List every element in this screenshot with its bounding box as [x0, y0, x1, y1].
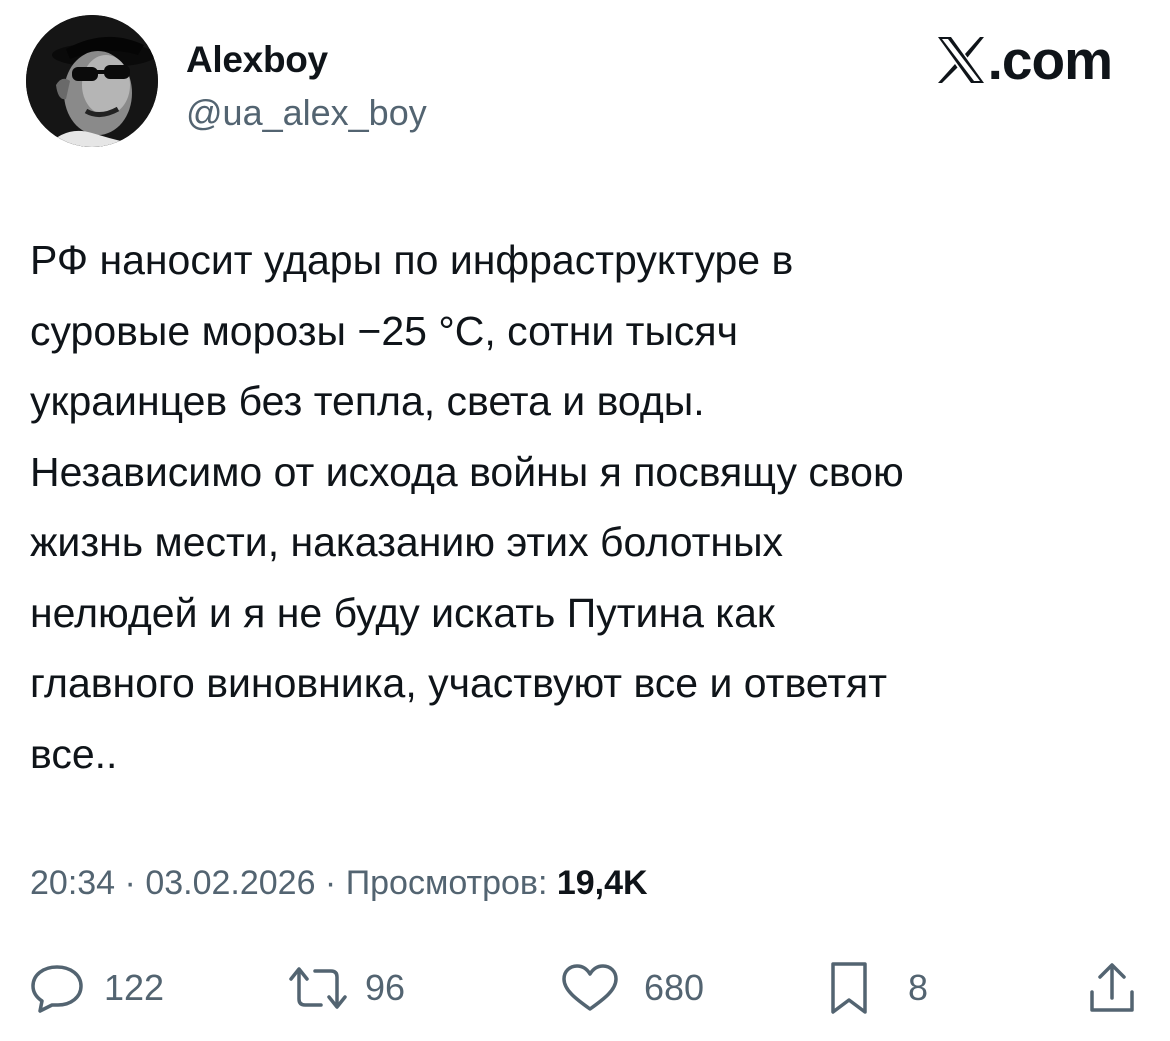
tweet-text: РФ наносит удары по инфраструктуре в сур…: [30, 225, 1140, 789]
tweet-line: суровые морозы −25 °C, сотни тысяч: [30, 307, 738, 354]
bookmark-count: 8: [908, 967, 929, 1008]
tweet-time[interactable]: 20:34: [30, 864, 115, 902]
meta-separator: ·: [115, 864, 146, 902]
repost-count: 96: [365, 967, 406, 1008]
reply-count: 122: [104, 967, 165, 1008]
like-count: 680: [644, 967, 705, 1008]
share-button[interactable]: [1086, 958, 1138, 1018]
tweet-line: нелюдей и я не буду искать Путина как: [30, 589, 775, 636]
heart-icon: [560, 963, 620, 1013]
views-label: Просмотров:: [345, 864, 548, 902]
share-icon: [1086, 960, 1138, 1016]
tweet-line: жизнь мести, наказанию этих болотных: [30, 519, 784, 565]
reply-button[interactable]: 122: [30, 958, 164, 1018]
views-count: 19,4K: [556, 864, 648, 902]
action-bar: 122 96 680 8: [0, 958, 1170, 1018]
reply-icon: [30, 963, 84, 1013]
brand-watermark: .com: [936, 29, 1113, 91]
tweet-line: украинцев без тепла, света и воды.: [30, 378, 705, 424]
meta-separator: ·: [315, 864, 346, 902]
tweet-date[interactable]: 03.02.2026: [145, 864, 315, 902]
tweet-line: главного виновника, участвуют все и отве…: [30, 660, 887, 706]
tweet-meta: 20:34 · 03.02.2026 · Просмотров: 19,4K: [30, 860, 648, 906]
bookmark-icon: [828, 960, 870, 1016]
like-button[interactable]: 680: [560, 958, 704, 1018]
repost-icon: [285, 963, 351, 1013]
tweet-line: все..: [30, 730, 118, 777]
x-logo-icon: [936, 35, 986, 85]
repost-button[interactable]: 96: [285, 958, 405, 1018]
avatar[interactable]: [26, 15, 158, 147]
tweet-line: Независимо от исхода войны я посвящу сво…: [30, 448, 904, 495]
avatar-image: [26, 15, 158, 147]
brand-domain-text: .com: [987, 29, 1113, 91]
tweet-line: РФ наносит удары по инфраструктуре в: [30, 237, 794, 283]
author-handle[interactable]: @ua_alex_boy: [186, 91, 427, 135]
author-display-name[interactable]: Alexboy: [186, 38, 328, 82]
bookmark-button[interactable]: 8: [828, 958, 928, 1018]
